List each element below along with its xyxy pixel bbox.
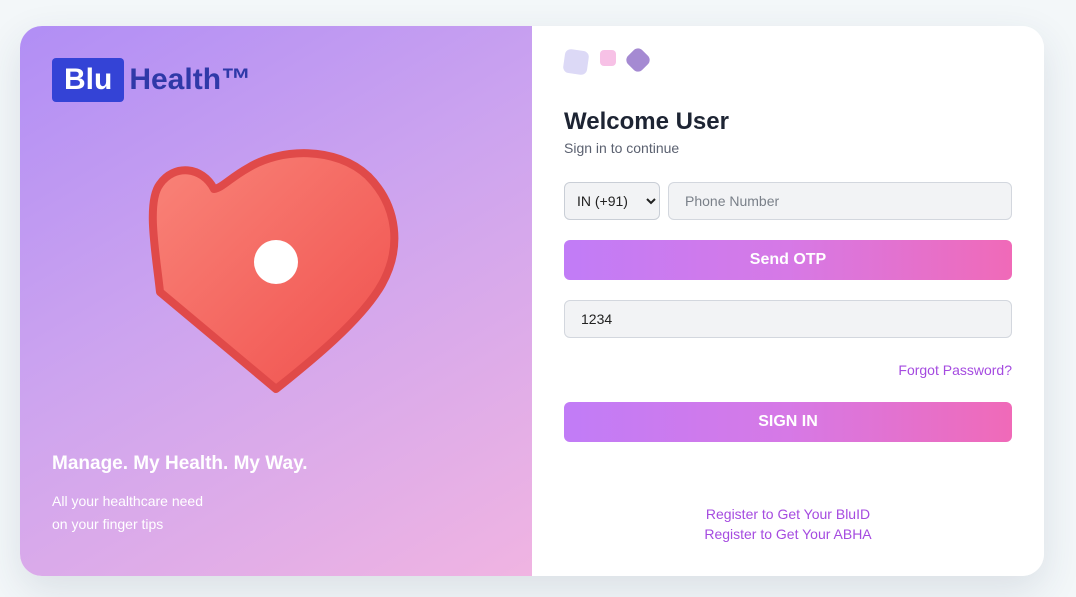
decor-square-icon [562, 48, 590, 76]
brand-logo: Blu Health™ [52, 58, 251, 102]
country-code-select[interactable]: IN (+91) [564, 182, 660, 220]
register-bluid-link[interactable]: Register to Get Your BluID [564, 506, 1012, 522]
send-otp-button[interactable]: Send OTP [564, 240, 1012, 280]
tagline: Manage. My Health. My Way. [52, 453, 308, 474]
sign-in-button[interactable]: SIGN IN [564, 402, 1012, 442]
decor-small-square-icon [600, 50, 616, 66]
page-subtitle: Sign in to continue [564, 140, 680, 156]
phone-number-input[interactable] [668, 182, 1012, 220]
sub-line-2: on your finger tips [52, 516, 164, 532]
login-panel: Welcome User Sign in to continue IN (+91… [532, 26, 1044, 576]
forgot-password-link[interactable]: Forgot Password? [898, 362, 1012, 378]
heart-icon [148, 149, 399, 393]
logo-text: Health™ [129, 63, 252, 96]
register-abha-link[interactable]: Register to Get Your ABHA [564, 526, 1012, 542]
login-card: Blu Health™ Manage. My Health. My Way. A… [20, 26, 1044, 576]
page-title: Welcome User [564, 108, 729, 135]
logo-box: Blu [52, 58, 125, 102]
sub-line-1: All your healthcare need [52, 493, 203, 509]
decor-diamond-icon [623, 45, 653, 75]
hero-panel: Blu Health™ Manage. My Health. My Way. A… [20, 26, 532, 576]
otp-input[interactable] [564, 300, 1012, 338]
